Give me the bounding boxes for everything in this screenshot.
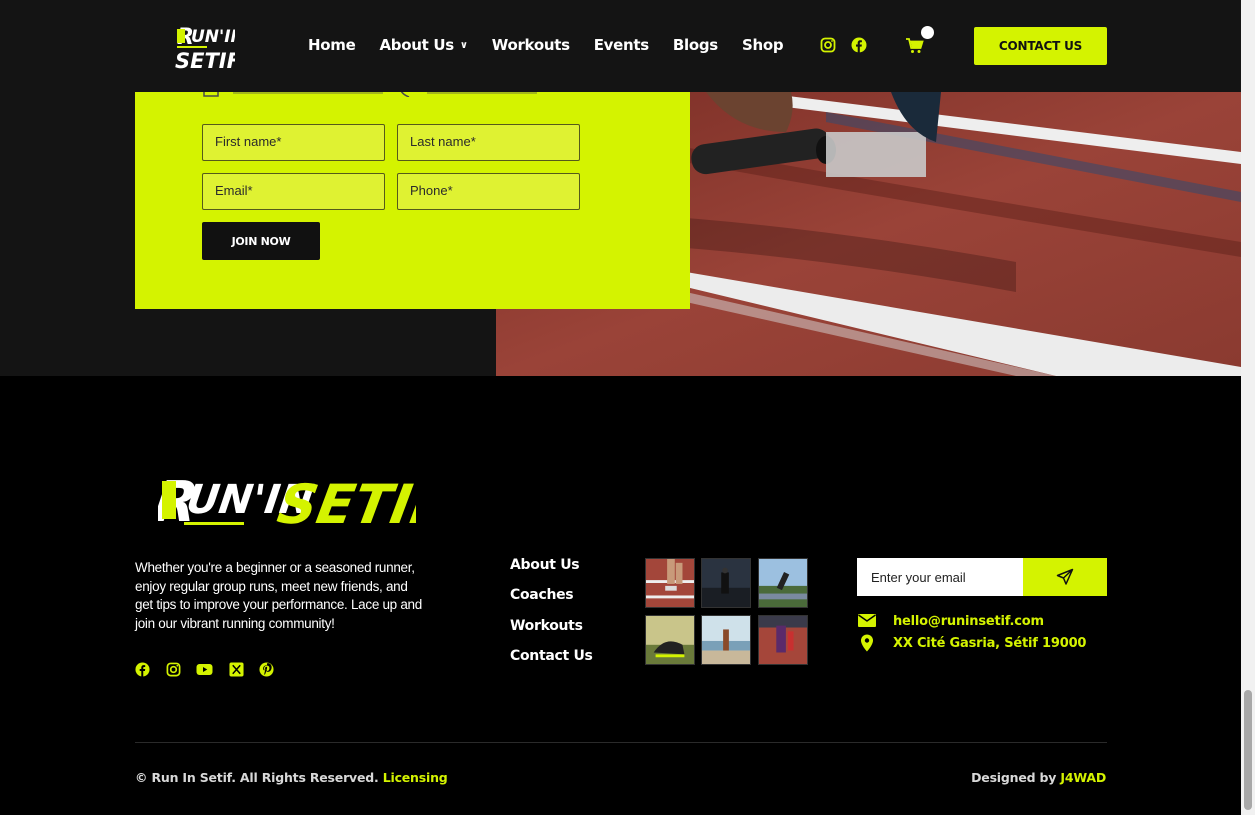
gallery-thumb-night-run[interactable]	[701, 558, 751, 608]
footer-about-text: Whether you're a beginner or a seasoned …	[135, 560, 422, 631]
footer-divider	[135, 742, 1107, 743]
nav-workouts[interactable]: Workouts	[492, 36, 570, 54]
newsletter-submit-button[interactable]	[1023, 558, 1107, 596]
designed-by-label: Designed by	[971, 770, 1057, 785]
site-footer: R UN'IN SETIF Whether you're a beginner …	[0, 376, 1241, 815]
copyright: © Run In Setif. All Rights Reserved. Lic…	[135, 770, 448, 785]
facebook-icon[interactable]	[135, 662, 150, 677]
nav-about-us[interactable]: About Us ∨	[379, 36, 468, 54]
instagram-icon[interactable]	[820, 37, 836, 53]
site-header: R UN'IN SETIF Home About Us ∨ Workouts Ev…	[0, 0, 1241, 92]
nav-blogs-label: Blogs	[672, 36, 718, 54]
gallery-thumb-track-sprint[interactable]	[758, 558, 808, 608]
logo[interactable]: R UN'IN SETIF	[175, 20, 235, 72]
footer-email-line[interactable]: hello@runinsetif.com	[858, 613, 1044, 629]
footer-links: About Us Coaches Workouts Contact Us	[510, 557, 593, 678]
svg-text:UN'IN: UN'IN	[191, 27, 235, 47]
gallery-thumb-race[interactable]	[758, 615, 808, 665]
chevron-down-icon: ∨	[459, 39, 468, 51]
nav-events[interactable]: Events	[594, 36, 649, 54]
join-form-card: First name* Last name* Email* Phone* JOI…	[135, 85, 690, 309]
location-pin-icon	[861, 634, 873, 652]
licensing-link[interactable]: Licensing	[383, 770, 448, 785]
instagram-icon[interactable]	[166, 662, 181, 677]
gallery-thumb-shoes[interactable]	[645, 615, 695, 665]
nav-workouts-label: Workouts	[491, 36, 570, 54]
phone-field[interactable]: Phone*	[397, 173, 580, 210]
pinterest-icon[interactable]	[259, 662, 274, 677]
nav-shop-label: Shop	[741, 36, 784, 54]
send-icon	[1056, 568, 1074, 585]
footer-email: hello@runinsetif.com	[893, 613, 1044, 629]
join-now-button[interactable]: JOIN NOW	[202, 222, 320, 260]
footer-address: XX Cité Gasria, Sétif 19000	[893, 635, 1087, 651]
svg-text:SETIF: SETIF	[273, 472, 416, 533]
last-name-field[interactable]: Last name*	[397, 124, 580, 161]
contact-us-button[interactable]: CONTACT US	[974, 27, 1107, 65]
footer-link-about-us[interactable]: About Us	[510, 557, 593, 587]
newsletter-form	[857, 558, 1107, 596]
youtube-icon[interactable]	[196, 662, 213, 677]
designer-link[interactable]: J4WAD	[1060, 770, 1106, 785]
x-icon[interactable]	[229, 662, 244, 677]
main-nav: Home About Us ∨ Workouts Events Blogs Sho…	[308, 36, 807, 54]
nav-home-label: Home	[308, 36, 356, 54]
newsletter-email-input[interactable]	[857, 558, 1023, 596]
nav-shop[interactable]: Shop	[741, 36, 784, 54]
footer-logo[interactable]: R UN'IN SETIF	[158, 463, 416, 533]
gallery-thumb-sprinter-blocks[interactable]	[645, 558, 695, 608]
footer-address-line: XX Cité Gasria, Sétif 19000	[858, 634, 1086, 652]
nav-about-label: About Us	[379, 36, 454, 54]
cart-icon[interactable]	[906, 38, 924, 54]
gallery-thumb-beach-run[interactable]	[701, 615, 751, 665]
copyright-text: © Run In Setif. All Rights Reserved.	[135, 770, 379, 785]
scrollbar[interactable]	[1241, 0, 1255, 815]
mail-icon	[858, 614, 876, 627]
footer-link-workouts[interactable]: Workouts	[510, 618, 593, 648]
scrollbar-thumb[interactable]	[1244, 690, 1252, 810]
cart-count-badge	[921, 26, 934, 39]
footer-link-contact-us[interactable]: Contact Us	[510, 648, 593, 678]
footer-link-coaches[interactable]: Coaches	[510, 587, 593, 617]
designed-by: Designed by J4WAD	[971, 770, 1106, 785]
nav-events-label: Events	[593, 36, 649, 54]
first-name-field[interactable]: First name*	[202, 124, 385, 161]
facebook-icon[interactable]	[851, 37, 867, 53]
nav-home[interactable]: Home	[308, 36, 356, 54]
svg-text:SETIF: SETIF	[175, 49, 235, 72]
nav-blogs[interactable]: Blogs	[673, 36, 718, 54]
email-field[interactable]: Email*	[202, 173, 385, 210]
